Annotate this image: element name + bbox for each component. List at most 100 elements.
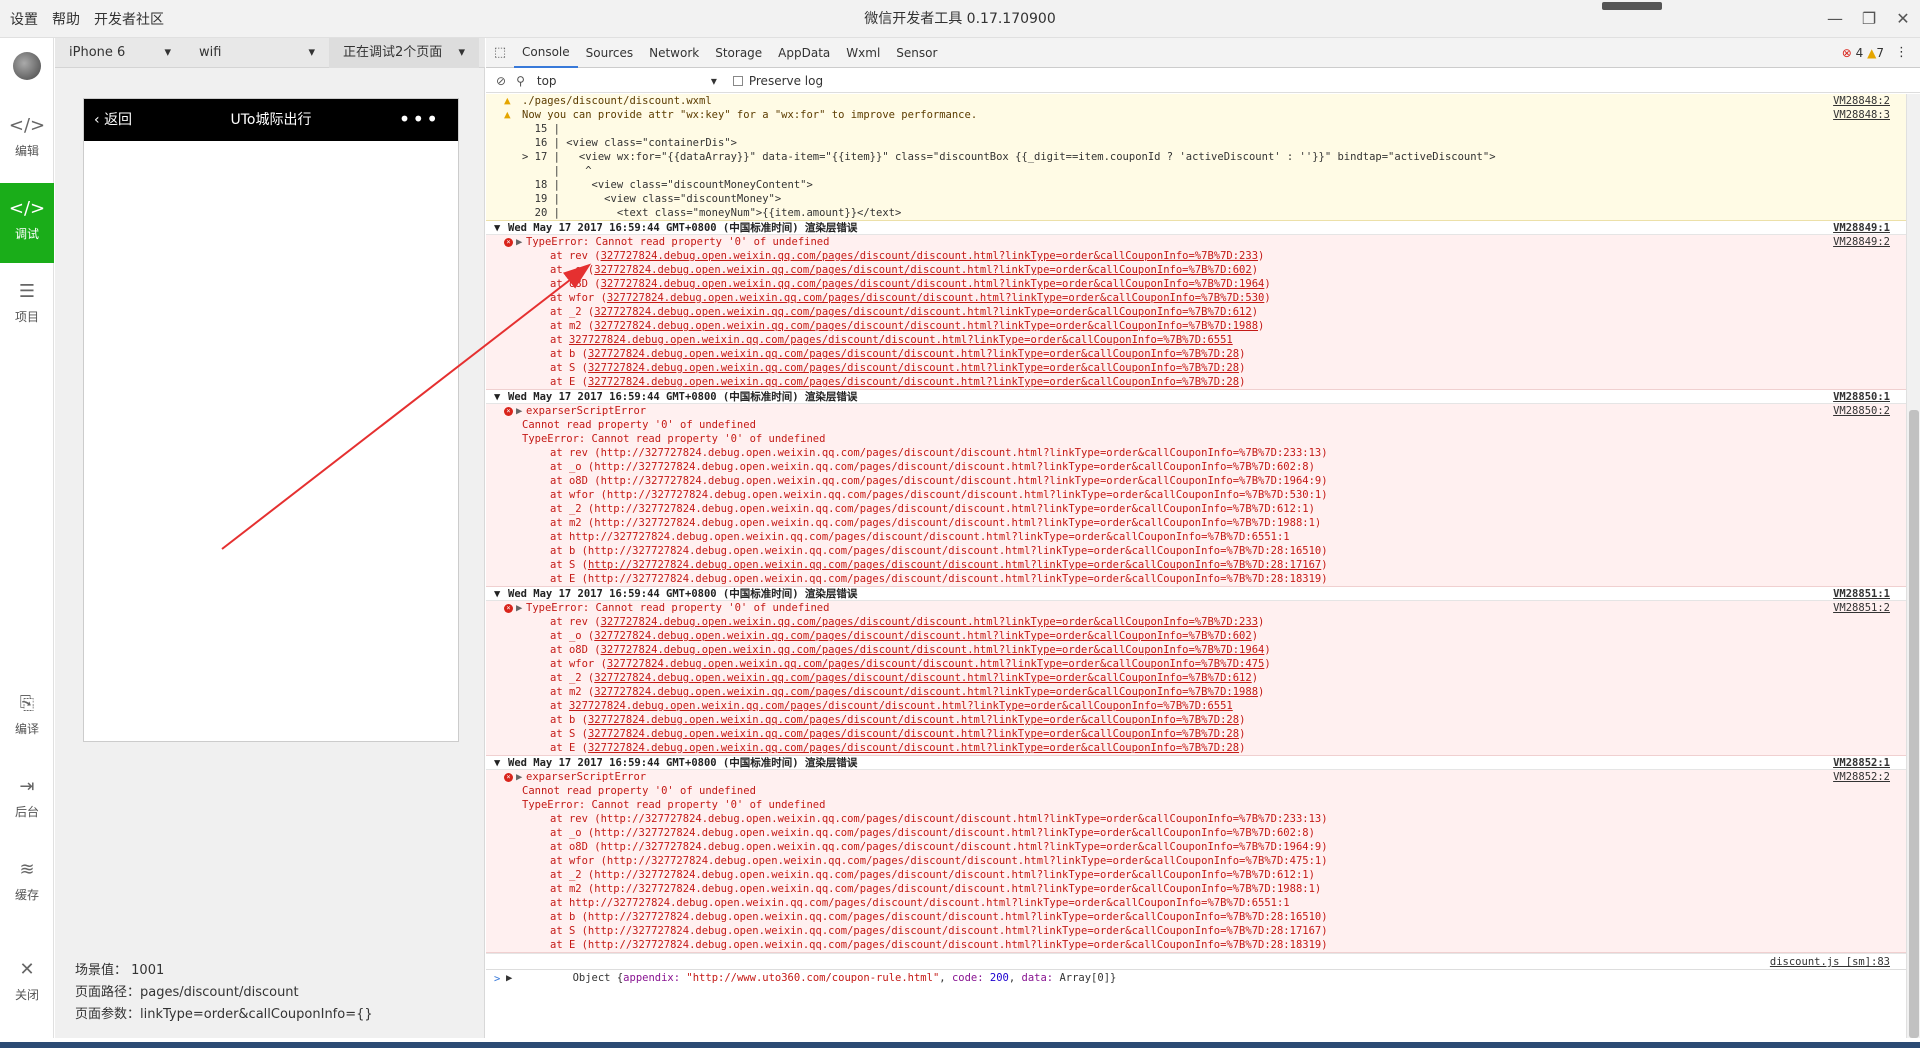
debug-pages-select[interactable]: 正在调试2个页面 ▾ xyxy=(329,37,479,68)
tab-storage[interactable]: Storage xyxy=(707,38,770,68)
error-message: × ▶ TypeError: Cannot read property '0' of… xyxy=(486,601,1906,756)
stack-link[interactable]: 327727824.debug.open.weixin.qq.com/pages… xyxy=(569,700,1233,712)
stack-frame: at E (http://327727824.debug.open.weixin… xyxy=(550,573,1328,585)
stack-frame: at rev (http://327727824.debug.open.weix… xyxy=(550,447,1328,459)
stack-link[interactable]: 327727824.debug.open.weixin.qq.com/pages… xyxy=(594,630,1251,642)
stack-link[interactable]: 327727824.debug.open.weixin.qq.com/pages… xyxy=(588,362,1239,374)
stack-frame: at wfor (http://327727824.debug.open.wei… xyxy=(550,489,1328,501)
stack-link[interactable]: 327727824.debug.open.weixin.qq.com/pages… xyxy=(601,278,1265,290)
source-link[interactable]: VM28851:1 xyxy=(1833,587,1890,601)
minimize-icon[interactable]: — xyxy=(1818,0,1852,38)
collapse-arrow-icon[interactable]: ▼ xyxy=(494,756,500,770)
sidebar-item-project[interactable]: ☰ 项目 xyxy=(0,266,54,346)
error-message: × ▶ exparserScriptError VM28852:2 Cannot rea… xyxy=(486,770,1906,953)
stack-link[interactable]: 327727824.debug.open.weixin.qq.com/pages… xyxy=(594,264,1251,276)
console-line: ▲ Now you can provide attr "wx:key" for a… xyxy=(504,108,1890,122)
tab-wxml[interactable]: Wxml xyxy=(838,38,888,68)
source-link[interactable]: VM28848:2 xyxy=(1833,94,1890,108)
close-window-icon[interactable]: ✕ xyxy=(1886,0,1920,38)
stack-link[interactable]: 327727824.debug.open.weixin.qq.com/pages… xyxy=(594,306,1251,318)
stack-link[interactable]: 327727824.debug.open.weixin.qq.com/pages… xyxy=(588,714,1239,726)
expand-arrow-icon[interactable]: ▶ xyxy=(516,404,522,418)
tab-network[interactable]: Network xyxy=(641,38,707,68)
group-header[interactable]: ▼ Wed May 17 2017 16:59:44 GMT+0800 (中国标准… xyxy=(486,390,1906,404)
preserve-log-checkbox[interactable] xyxy=(732,75,743,86)
stack-link[interactable]: 327727824.debug.open.weixin.qq.com/pages… xyxy=(588,348,1239,360)
stack-frame: at wfor (327727824.debug.open.weixin.qq.… xyxy=(550,658,1271,670)
source-link[interactable]: VM28852:2 xyxy=(1833,770,1890,784)
context-select[interactable]: top ▾ xyxy=(537,74,717,88)
sidebar-item-background[interactable]: ⇥ 后台 xyxy=(0,761,54,841)
stack-link[interactable]: 327727824.debug.open.weixin.qq.com/pages… xyxy=(607,658,1264,670)
filter-icon[interactable]: ⚲ xyxy=(516,74,525,88)
source-link[interactable]: VM28851:2 xyxy=(1833,601,1890,615)
compile-icon: ⎘ xyxy=(19,693,35,714)
sidebar-item-debug[interactable]: </> 调试 xyxy=(0,183,54,263)
kebab-menu-icon[interactable]: ⋮ xyxy=(1895,38,1908,68)
collapse-arrow-icon[interactable]: ▼ xyxy=(494,587,500,601)
debug-icon: </> xyxy=(8,198,46,219)
source-link[interactable]: VM28852:1 xyxy=(1833,756,1890,770)
inspect-icon[interactable]: ⬚ xyxy=(486,45,514,60)
mini-slider[interactable] xyxy=(1602,2,1662,10)
stack-link[interactable]: 327727824.debug.open.weixin.qq.com/pages… xyxy=(588,728,1239,740)
error-title[interactable]: × ▶ exparserScriptError VM28852:2 xyxy=(486,770,1906,784)
console-line: ▲ ./pages/discount/discount.wxml VM28848:2 xyxy=(504,94,1890,108)
group-header[interactable]: ▼ Wed May 17 2017 16:59:44 GMT+0800 (中国标准… xyxy=(486,756,1906,770)
sidebar-item-compile[interactable]: ⎘ 编译 xyxy=(0,678,54,758)
stack-link[interactable]: 327727824.debug.open.weixin.qq.com/pages… xyxy=(588,376,1239,388)
restore-icon[interactable]: ❐ xyxy=(1852,0,1886,38)
stack-link[interactable]: 327727824.debug.open.weixin.qq.com/pages… xyxy=(607,292,1264,304)
error-title[interactable]: × ▶ exparserScriptError VM28850:2 xyxy=(486,404,1906,418)
stack-link[interactable]: 327727824.debug.open.weixin.qq.com/pages… xyxy=(569,334,1233,346)
stack-link[interactable]: http://327727824.debug.open.weixin.qq.co… xyxy=(588,559,1321,571)
group-header[interactable]: ▼ Wed May 17 2017 16:59:44 GMT+0800 (中国标准… xyxy=(486,221,1906,235)
sidebar-item-edit[interactable]: </> 编辑 xyxy=(0,100,54,180)
stack-link[interactable]: 327727824.debug.open.weixin.qq.com/pages… xyxy=(601,250,1258,262)
error-group: ▼ Wed May 17 2017 16:59:44 GMT+0800 (中国标准… xyxy=(486,221,1906,390)
issue-counter[interactable]: ⊗ 4 ▲7 xyxy=(1842,38,1884,68)
stack-link[interactable]: 327727824.debug.open.weixin.qq.com/pages… xyxy=(588,742,1239,754)
page-info: 场景值： 1001 页面路径：pages/discount/discount 页… xyxy=(75,963,373,1022)
console-scrollbar[interactable] xyxy=(1906,94,1920,1038)
stack-frame: at 327727824.debug.open.weixin.qq.com/pa… xyxy=(550,334,1233,346)
source-link[interactable]: VM28849:1 xyxy=(1833,221,1890,235)
stack-link[interactable]: 327727824.debug.open.weixin.qq.com/pages… xyxy=(601,616,1258,628)
source-link[interactable]: VM28848:3 xyxy=(1833,108,1890,122)
avatar[interactable] xyxy=(13,52,41,80)
clear-console-icon[interactable]: ⊘ xyxy=(496,74,506,88)
expand-arrow-icon[interactable]: ▶ xyxy=(516,235,522,249)
stack-frame: at S (327727824.debug.open.weixin.qq.com… xyxy=(550,728,1246,740)
collapse-arrow-icon[interactable]: ▼ xyxy=(494,221,500,235)
stack-frame: at o8D (327727824.debug.open.weixin.qq.c… xyxy=(550,278,1271,290)
stack-link[interactable]: 327727824.debug.open.weixin.qq.com/pages… xyxy=(594,672,1251,684)
warning-icon: ▲ xyxy=(504,94,511,107)
more-icon[interactable]: ••• xyxy=(399,99,440,139)
expand-arrow-icon[interactable]: ▶ xyxy=(516,601,522,615)
error-title[interactable]: × ▶ TypeError: Cannot read property '0' of… xyxy=(486,601,1906,615)
device-select[interactable]: iPhone 6 ▾ xyxy=(55,45,185,60)
scrollbar-thumb[interactable] xyxy=(1909,410,1919,1038)
expand-arrow-icon[interactable]: ▶ xyxy=(506,970,512,986)
source-link[interactable]: VM28850:1 xyxy=(1833,390,1890,404)
stack-link[interactable]: 327727824.debug.open.weixin.qq.com/pages… xyxy=(594,320,1258,332)
tab-sensor[interactable]: Sensor xyxy=(888,38,945,68)
tab-appdata[interactable]: AppData xyxy=(770,38,838,68)
sidebar-item-close[interactable]: ✕ 关闭 xyxy=(0,944,54,1024)
source-link[interactable]: VM28849:2 xyxy=(1833,235,1890,249)
stack-frame: at _2 (http://327727824.debug.open.weixi… xyxy=(550,503,1315,515)
object-log-line[interactable]: ▶ Object {appendix: "http://www.uto360.co… xyxy=(486,953,1906,984)
expand-arrow-icon[interactable]: ▶ xyxy=(516,770,522,784)
code-line: 15 | xyxy=(522,123,560,135)
tab-console[interactable]: Console xyxy=(514,38,578,68)
error-title[interactable]: × ▶ TypeError: Cannot read property '0' of… xyxy=(486,235,1906,249)
sidebar-item-cache[interactable]: ≋ 缓存 xyxy=(0,844,54,924)
group-header[interactable]: ▼ Wed May 17 2017 16:59:44 GMT+0800 (中国标准… xyxy=(486,587,1906,601)
tab-sources[interactable]: Sources xyxy=(578,38,641,68)
source-link[interactable]: VM28850:2 xyxy=(1833,404,1890,418)
stack-link[interactable]: 327727824.debug.open.weixin.qq.com/pages… xyxy=(594,686,1258,698)
collapse-arrow-icon[interactable]: ▼ xyxy=(494,390,500,404)
stack-link[interactable]: 327727824.debug.open.weixin.qq.com/pages… xyxy=(601,644,1265,656)
network-select[interactable]: wifi ▾ xyxy=(185,45,329,60)
source-link[interactable]: discount.js [sm]:83 xyxy=(1770,954,1890,970)
